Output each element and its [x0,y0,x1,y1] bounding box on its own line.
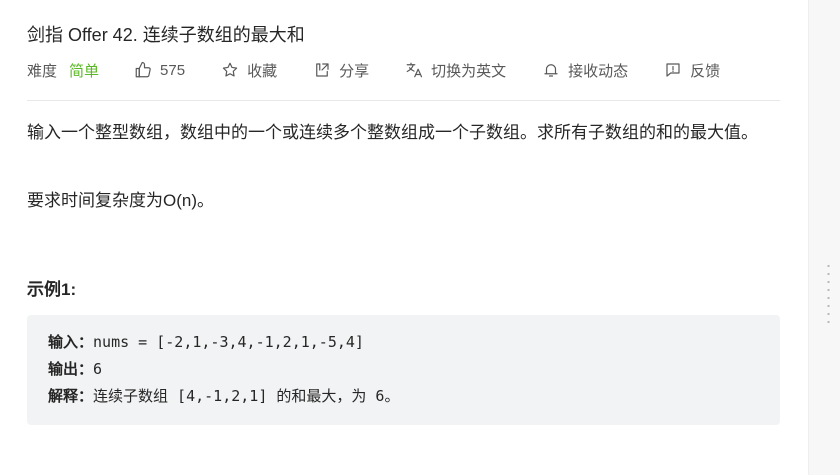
subscribe-label: 接收动态 [568,62,629,80]
share-label: 分享 [339,62,370,80]
scrollbar-grip-handle[interactable] [827,262,830,324]
difficulty-label: 难度 [27,62,58,80]
switch-language-button[interactable]: 切换为英文 [405,60,506,81]
header-divider [27,100,780,101]
feedback-button[interactable]: 反馈 [664,60,720,81]
share-icon [316,63,329,77]
example-title: 示例1: [27,280,77,299]
difficulty-value: 简单 [69,62,100,80]
vertical-scrollbar[interactable] [808,0,840,475]
difficulty: 难度 简单 [27,60,99,81]
example-explain-value: 连续子数组 [4,-1,2,1] 的和最大，为 6。 [93,387,400,405]
example-input-label: 输入： [48,333,94,351]
problem-meta-bar: 难度 简单 575 收藏 分享 切换为英文 接收动态 反馈 [27,59,720,81]
example-output-value: 6 [93,360,103,378]
example-code-block: 输入：nums = [-2,1,-3,4,-1,2,1,-5,4] 输出：6 解… [27,315,780,425]
translate-icon [406,62,423,78]
problem-description: 输入一个整型数组，数组中的一个或连续多个整数组成一个子数组。求所有子数组的和的最… [27,123,758,142]
example-output-line: 输出：6 [48,359,780,386]
star-icon [222,62,238,77]
feedback-label: 反馈 [690,62,721,80]
like-count: 575 [160,61,186,79]
problem-requirement: 要求时间复杂度为O(n)。 [27,191,214,210]
example-explain-label: 解释： [48,387,94,405]
switch-language-label: 切换为英文 [431,62,507,80]
example-explain-line: 解释：连续子数组 [4,-1,2,1] 的和最大，为 6。 [48,386,780,413]
bell-icon [544,64,558,77]
favorite-button[interactable]: 收藏 [221,60,277,81]
subscribe-button[interactable]: 接收动态 [542,60,628,81]
example-input-line: 输入：nums = [-2,1,-3,4,-1,2,1,-5,4] [48,332,780,359]
favorite-label: 收藏 [247,62,278,80]
like-button[interactable]: 575 [134,61,185,79]
feedback-icon [666,63,680,77]
problem-page: 剑指 Offer 42. 连续子数组的最大和 难度 简单 575 收藏 分享 切… [0,0,808,475]
thumbs-up-icon [135,61,151,78]
example-output-label: 输出： [48,360,94,378]
share-button[interactable]: 分享 [313,60,369,81]
problem-title: 剑指 Offer 42. 连续子数组的最大和 [27,25,305,45]
example-input-value: nums = [-2,1,-3,4,-1,2,1,-5,4] [93,333,364,351]
